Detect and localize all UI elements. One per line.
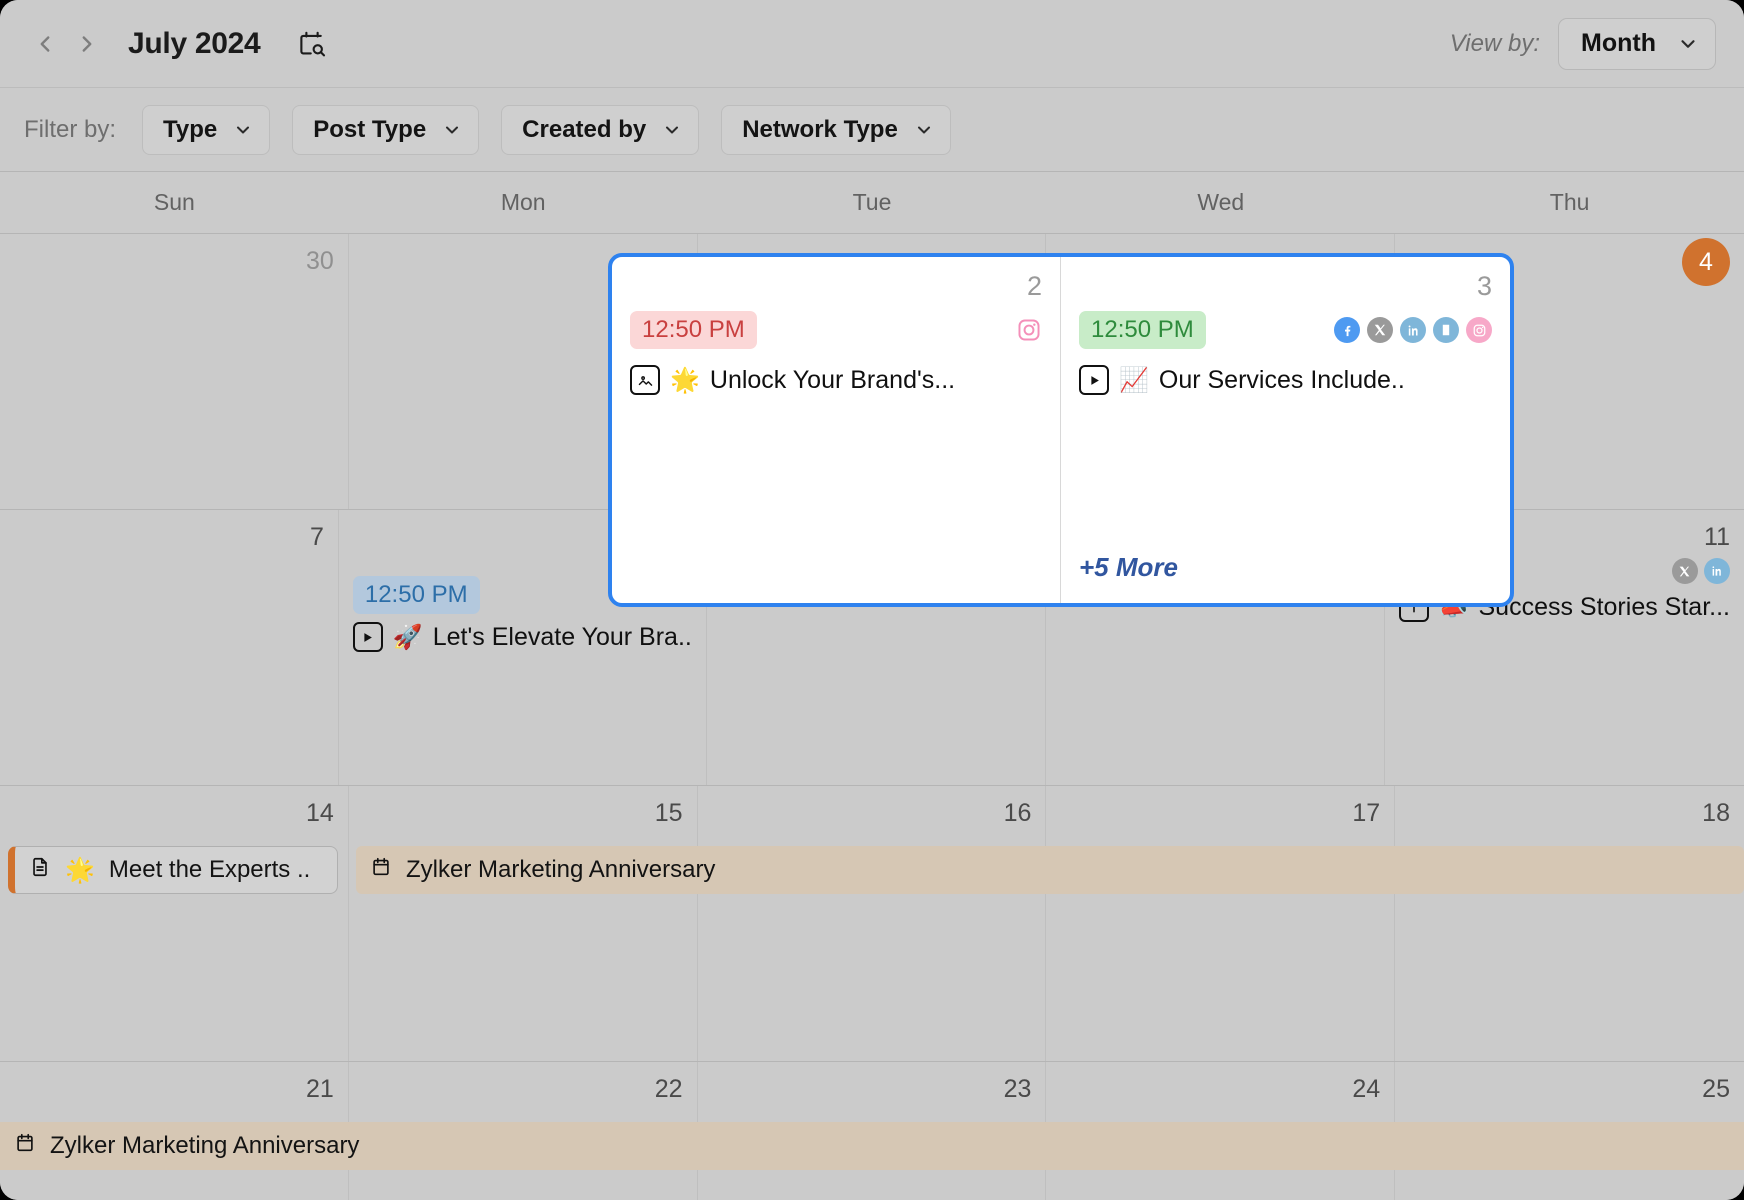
day-cell-17[interactable]: 17 bbox=[1046, 786, 1395, 1061]
day-number: 16 bbox=[712, 796, 1032, 830]
calendar-app: July 2024 View by: Month Filter by: Type bbox=[0, 0, 1744, 1200]
network-icon-row bbox=[1334, 317, 1492, 343]
day-number: 7 bbox=[14, 520, 324, 554]
filter-by-label: Filter by: bbox=[24, 116, 116, 144]
day-cell-15[interactable]: 15 bbox=[349, 786, 698, 1061]
view-by-label: View by: bbox=[1450, 30, 1540, 58]
chevron-down-icon bbox=[442, 120, 462, 140]
post-item[interactable]: 📈 Our Services Include.. bbox=[1079, 365, 1492, 395]
filter-toolbar: Filter by: Type Post Type Created by Net… bbox=[0, 88, 1744, 172]
calendar-event-icon bbox=[370, 855, 392, 886]
day-number: 21 bbox=[14, 1072, 334, 1106]
day-cell-18[interactable]: 18 bbox=[1395, 786, 1744, 1061]
weekday-thu: Thu bbox=[1395, 172, 1744, 233]
day-cell-30[interactable]: 30 bbox=[0, 234, 349, 509]
event-emoji: 🌟 bbox=[65, 856, 95, 885]
day-cell-7[interactable]: 7 bbox=[0, 510, 339, 785]
post-time-chip: 12:50 PM bbox=[1079, 311, 1206, 349]
chevron-down-icon bbox=[233, 120, 253, 140]
event-bar-zylker-anniversary-cont[interactable]: Zylker Marketing Anniversary bbox=[0, 1122, 1744, 1170]
prev-month-button[interactable] bbox=[24, 23, 66, 65]
view-by-group: View by: Month bbox=[1450, 18, 1716, 70]
post-time-chip: 12:50 PM bbox=[353, 576, 480, 614]
x-icon bbox=[1672, 558, 1698, 584]
day-number: 2 bbox=[630, 269, 1042, 303]
filter-chip-network-type[interactable]: Network Type bbox=[721, 105, 951, 155]
filter-chip-label: Type bbox=[163, 116, 217, 144]
linkedin-icon bbox=[1704, 558, 1730, 584]
event-bar-meet-the-experts[interactable]: 🌟 Meet the Experts .. bbox=[8, 846, 338, 894]
post-time-chip: 12:50 PM bbox=[630, 311, 757, 349]
filter-chip-label: Network Type bbox=[742, 116, 898, 144]
post-item[interactable]: 🚀 Let's Elevate Your Bra.. bbox=[353, 622, 692, 652]
day-cell-14[interactable]: 14 bbox=[0, 786, 349, 1061]
facebook-icon bbox=[1334, 317, 1360, 343]
view-by-value: Month bbox=[1581, 29, 1656, 58]
popup-day-column-3[interactable]: 3 12:50 PM bbox=[1061, 257, 1510, 603]
linkedin-icon bbox=[1400, 317, 1426, 343]
filter-chip-post-type[interactable]: Post Type bbox=[292, 105, 479, 155]
day-number: 18 bbox=[1409, 796, 1730, 830]
chevron-down-icon bbox=[914, 120, 934, 140]
top-toolbar: July 2024 View by: Month bbox=[0, 0, 1744, 88]
day-number: 30 bbox=[14, 244, 334, 278]
view-by-select[interactable]: Month bbox=[1558, 18, 1716, 70]
x-icon bbox=[1367, 317, 1393, 343]
page-title: July 2024 bbox=[128, 27, 260, 61]
day-number: 15 bbox=[363, 796, 683, 830]
instagram-icon bbox=[1016, 317, 1042, 343]
popup-day-column-2[interactable]: 2 12:50 PM 🌟 bbox=[612, 257, 1061, 603]
day-number: 22 bbox=[363, 1072, 683, 1106]
day-number: 25 bbox=[1409, 1072, 1730, 1106]
video-post-icon bbox=[1079, 365, 1109, 395]
calendar-event-icon bbox=[14, 1131, 36, 1162]
document-icon bbox=[29, 854, 51, 887]
day-number: 17 bbox=[1060, 796, 1380, 830]
weekday-wed: Wed bbox=[1046, 172, 1395, 233]
weekday-mon: Mon bbox=[349, 172, 698, 233]
popup-row-header: 12:50 PM bbox=[630, 311, 1042, 349]
calendar-search-icon[interactable] bbox=[294, 26, 330, 62]
video-post-icon bbox=[353, 622, 383, 652]
google-business-icon bbox=[1433, 317, 1459, 343]
post-title: Unlock Your Brand's... bbox=[710, 366, 955, 395]
calendar-week-row: 14 15 16 17 18 bbox=[0, 786, 1744, 1062]
weekday-sun: Sun bbox=[0, 172, 349, 233]
filter-chip-type[interactable]: Type bbox=[142, 105, 270, 155]
day-number: 14 bbox=[14, 796, 334, 830]
day-number: 3 bbox=[1079, 269, 1492, 303]
event-bar-zylker-anniversary[interactable]: Zylker Marketing Anniversary bbox=[356, 846, 1744, 894]
chevron-down-icon bbox=[1677, 33, 1699, 55]
next-month-button[interactable] bbox=[66, 23, 108, 65]
post-title: Let's Elevate Your Bra.. bbox=[433, 623, 692, 652]
event-title: Zylker Marketing Anniversary bbox=[406, 856, 715, 884]
post-emoji: 🌟 bbox=[670, 366, 700, 395]
day-number: 24 bbox=[1060, 1072, 1380, 1106]
day-number: 23 bbox=[712, 1072, 1032, 1106]
weekday-header: Sun Mon Tue Wed Thu bbox=[0, 172, 1744, 234]
filter-chip-label: Post Type bbox=[313, 116, 426, 144]
event-title: Meet the Experts .. bbox=[109, 856, 310, 884]
instagram-icon bbox=[1466, 317, 1492, 343]
post-emoji: 📈 bbox=[1119, 366, 1149, 395]
post-title: Success Stories Star... bbox=[1478, 593, 1730, 622]
image-post-icon bbox=[630, 365, 660, 395]
day-cell-16[interactable]: 16 bbox=[698, 786, 1047, 1061]
filter-chip-label: Created by bbox=[522, 116, 646, 144]
event-title: Zylker Marketing Anniversary bbox=[50, 1132, 359, 1160]
post-emoji: 🚀 bbox=[393, 623, 423, 652]
today-badge: 4 bbox=[1682, 238, 1730, 286]
filter-chip-created-by[interactable]: Created by bbox=[501, 105, 699, 155]
post-title: Our Services Include.. bbox=[1159, 366, 1405, 395]
popup-row-header: 12:50 PM bbox=[1079, 311, 1492, 349]
day-expanded-popup[interactable]: 2 12:50 PM 🌟 bbox=[608, 253, 1514, 607]
chevron-down-icon bbox=[662, 120, 682, 140]
weekday-tue: Tue bbox=[698, 172, 1047, 233]
more-posts-link[interactable]: +5 More bbox=[1079, 552, 1492, 589]
post-item[interactable]: 🌟 Unlock Your Brand's... bbox=[630, 365, 1042, 395]
